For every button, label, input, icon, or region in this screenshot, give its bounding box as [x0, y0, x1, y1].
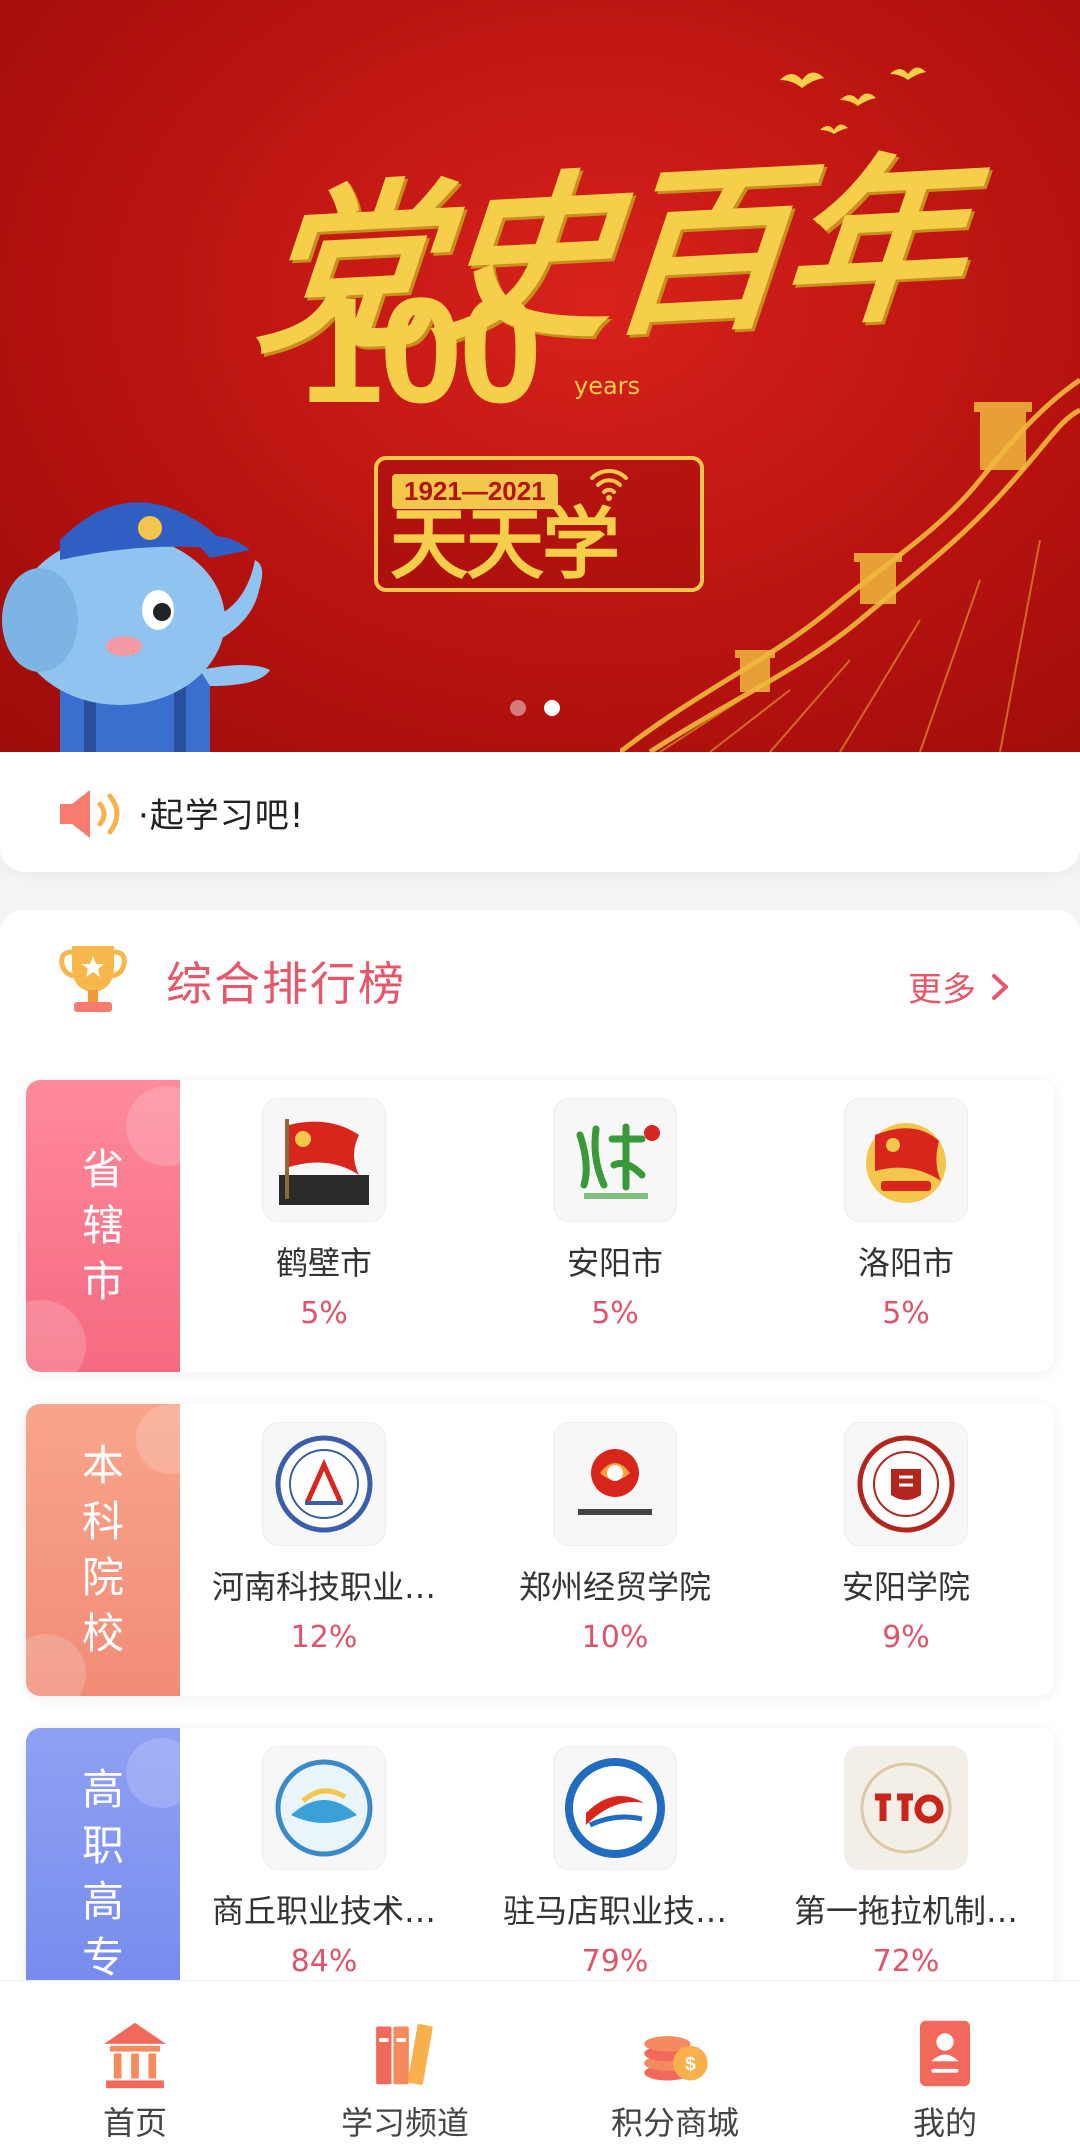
tab-label: 积分商城: [610, 2104, 739, 2142]
polytechnic-seal-logo: [262, 1746, 386, 1870]
more-label: 更多: [908, 970, 976, 1010]
ranking-card: 综合排行榜 更多 省 辖 市 鹤壁市 5% 安阳市 5% 洛阳市 5% 本 科 …: [0, 910, 1080, 1980]
svg-text:$: $: [685, 2054, 696, 2075]
home-icon: [104, 2022, 166, 2089]
ranking-item[interactable]: 河南科技职业… 12%: [179, 1422, 469, 1682]
tab-study-channel[interactable]: 学习频道: [270, 1981, 540, 2144]
ranking-item[interactable]: 鹤壁市 5%: [179, 1098, 469, 1358]
item-percent: 5%: [591, 1296, 639, 1331]
ranking-row-vocational: 高 职 高 专 商丘职业技术… 84% 驻马店职业技… 79% 第一拖拉机制… …: [26, 1728, 1054, 1980]
trophy-icon: [59, 946, 127, 1012]
item-name: 第一拖拉机制…: [793, 1892, 1018, 1930]
ranking-item[interactable]: 安阳学院 9%: [761, 1422, 1051, 1682]
college-swirl-logo: [553, 1422, 677, 1546]
item-name: 郑州经贸学院: [518, 1568, 711, 1606]
item-percent: 79%: [581, 1944, 649, 1979]
item-name: 安阳市: [566, 1244, 663, 1282]
bottom-tab-bar: 首页 学习频道 $ 积分商城 我的: [0, 1980, 1080, 2144]
ranking-item[interactable]: 驻马店职业技… 79%: [470, 1746, 760, 1980]
ranking-item[interactable]: 商丘职业技术… 84%: [179, 1746, 469, 1980]
category-label: 高 职 高 专: [26, 1728, 180, 1980]
item-percent: 12%: [290, 1620, 358, 1655]
ranking-item[interactable]: 郑州经贸学院 10%: [470, 1422, 760, 1682]
college-seal-logo: [262, 1422, 386, 1546]
item-name: 商丘职业技术…: [211, 1892, 436, 1930]
elephant-mascot: [2, 502, 270, 752]
ranking-row-universities: 本 科 院 校 河南科技职业… 12% 郑州经贸学院 10% 安阳学院 9%: [26, 1404, 1054, 1696]
university-seal-logo: [844, 1422, 968, 1546]
ranking-item[interactable]: 洛阳市 5%: [761, 1098, 1051, 1358]
ranking-row-cities: 省 辖 市 鹤壁市 5% 安阳市 5% 洛阳市 5%: [26, 1080, 1054, 1372]
books-icon: [376, 2024, 433, 2085]
banner-number: 100: [300, 266, 542, 434]
tab-mine[interactable]: 我的: [810, 1981, 1080, 2144]
item-percent: 5%: [882, 1296, 930, 1331]
tab-label: 首页: [102, 2104, 167, 2142]
tab-label: 学习频道: [340, 2104, 469, 2142]
chevron-right-icon: [992, 973, 1008, 1000]
item-name: 驻马店职业技…: [502, 1892, 727, 1930]
league-emblem-logo: [844, 1098, 968, 1222]
category-label: 本 科 院 校: [26, 1404, 180, 1696]
item-percent: 10%: [581, 1620, 649, 1655]
item-name: 鹤壁市: [275, 1244, 372, 1282]
ranking-title: 综合排行榜: [166, 957, 406, 1011]
tab-label: 我的: [912, 2104, 977, 2142]
speaker-icon: [60, 790, 120, 838]
ranking-item[interactable]: 安阳市 5%: [470, 1098, 760, 1358]
profile-icon: [919, 2020, 971, 2087]
item-name: 安阳学院: [841, 1568, 970, 1606]
great-wall-illustration: [620, 377, 1080, 752]
vocational-ring-logo: [553, 1746, 677, 1870]
badge-text: 天天学: [390, 499, 620, 590]
carousel-dot-active[interactable]: [544, 700, 560, 716]
category-label: 省 辖 市: [26, 1080, 180, 1372]
league-flag-logo: [262, 1098, 386, 1222]
ranking-item[interactable]: 第一拖拉机制… 72%: [761, 1746, 1051, 1980]
green-calligraphy-logo: [553, 1098, 677, 1222]
item-percent: 84%: [290, 1944, 358, 1979]
carousel-indicators: [510, 700, 560, 716]
item-name: 洛阳市: [857, 1244, 954, 1282]
more-button[interactable]: 更多: [908, 962, 1010, 1011]
item-percent: 5%: [300, 1296, 348, 1331]
item-percent: 9%: [882, 1620, 930, 1655]
notice-bar[interactable]: ·起学习吧!: [0, 752, 1080, 872]
item-percent: 72%: [872, 1944, 940, 1979]
tractor-school-logo: [844, 1746, 968, 1870]
tab-home[interactable]: 首页: [0, 1981, 270, 2144]
carousel-dot[interactable]: [510, 700, 526, 716]
coins-icon: $: [644, 2036, 708, 2081]
item-name: 河南科技职业…: [211, 1568, 436, 1606]
hero-banner[interactable]: 党史百年 100 years 1921—2021 天天学: [0, 0, 1080, 752]
notice-text: ·起学习吧!: [138, 796, 305, 836]
tab-points-mall[interactable]: $ 积分商城: [540, 1981, 810, 2144]
